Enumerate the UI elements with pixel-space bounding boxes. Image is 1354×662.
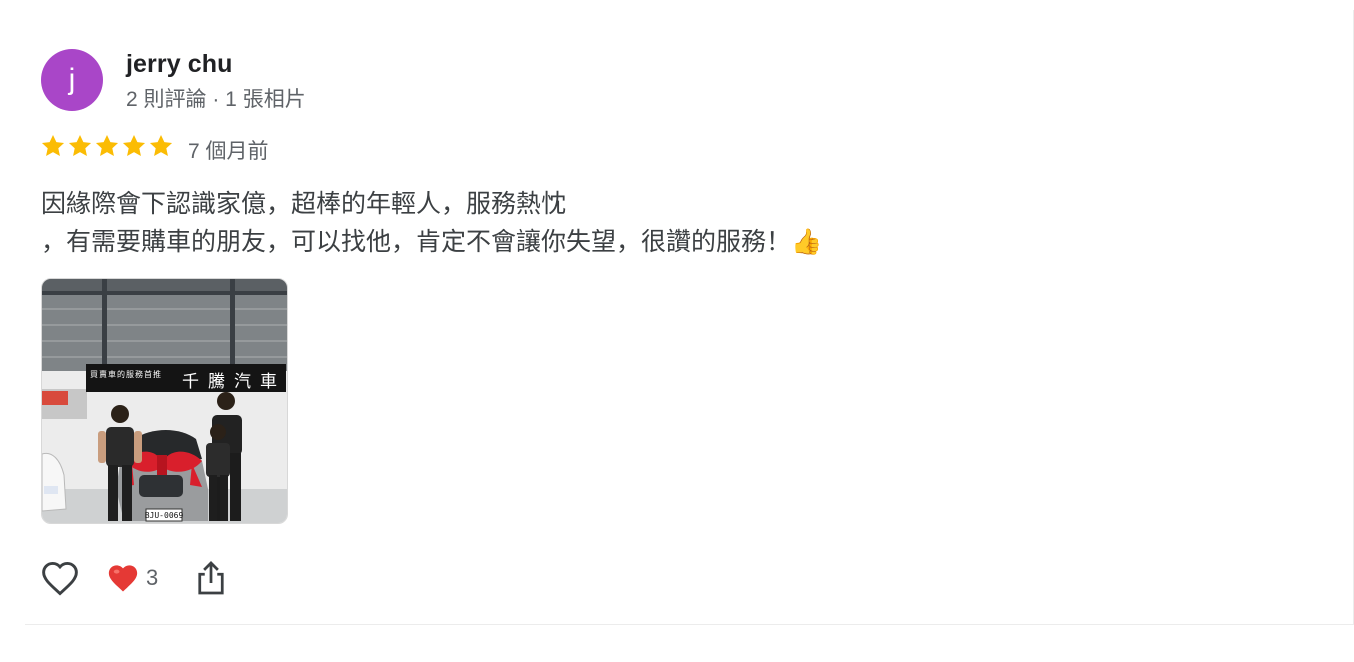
- star-icon: [149, 134, 173, 156]
- author-name[interactable]: jerry chu: [126, 50, 233, 79]
- review-text-line-2: ，有需要購車的朋友，可以找他，肯定不會讓你失望，很讚的服務！👍: [41, 228, 823, 256]
- author-meta: 2 則評論 · 1 張相片: [126, 88, 306, 111]
- share-button[interactable]: [196, 556, 232, 600]
- star-icon: [95, 134, 119, 156]
- shop-sign-name: 千騰汽車: [182, 372, 286, 392]
- showroom-photo-illustration: BJU-0069: [42, 279, 287, 523]
- star-rating: [40, 133, 174, 159]
- like-button[interactable]: [40, 556, 82, 600]
- red-heart-icon: [108, 565, 138, 592]
- reaction-count: 3: [146, 565, 159, 590]
- star-icon: [68, 134, 92, 156]
- license-plate: BJU-0069: [145, 511, 184, 520]
- share-icon: [198, 561, 224, 595]
- reaction-button[interactable]: 3: [106, 556, 176, 600]
- review-photo[interactable]: BJU-0069 買賣車的服務首推 千騰汽車: [41, 278, 288, 524]
- avatar-letter: j: [68, 63, 76, 96]
- author-avatar[interactable]: j: [41, 49, 103, 111]
- star-icon: [122, 134, 146, 156]
- heart-outline-icon: [42, 561, 78, 596]
- shop-sign-tagline: 買賣車的服務首推: [90, 370, 162, 379]
- review-text-line-1: 因緣際會下認識家億，超棒的年輕人，服務熱忱: [41, 190, 567, 218]
- review-text: 因緣際會下認識家億，超棒的年輕人，服務熱忱 ，有需要購車的朋友，可以找他，肯定不…: [41, 185, 822, 261]
- review-time: 7 個月前: [188, 140, 269, 163]
- star-icon: [41, 134, 65, 156]
